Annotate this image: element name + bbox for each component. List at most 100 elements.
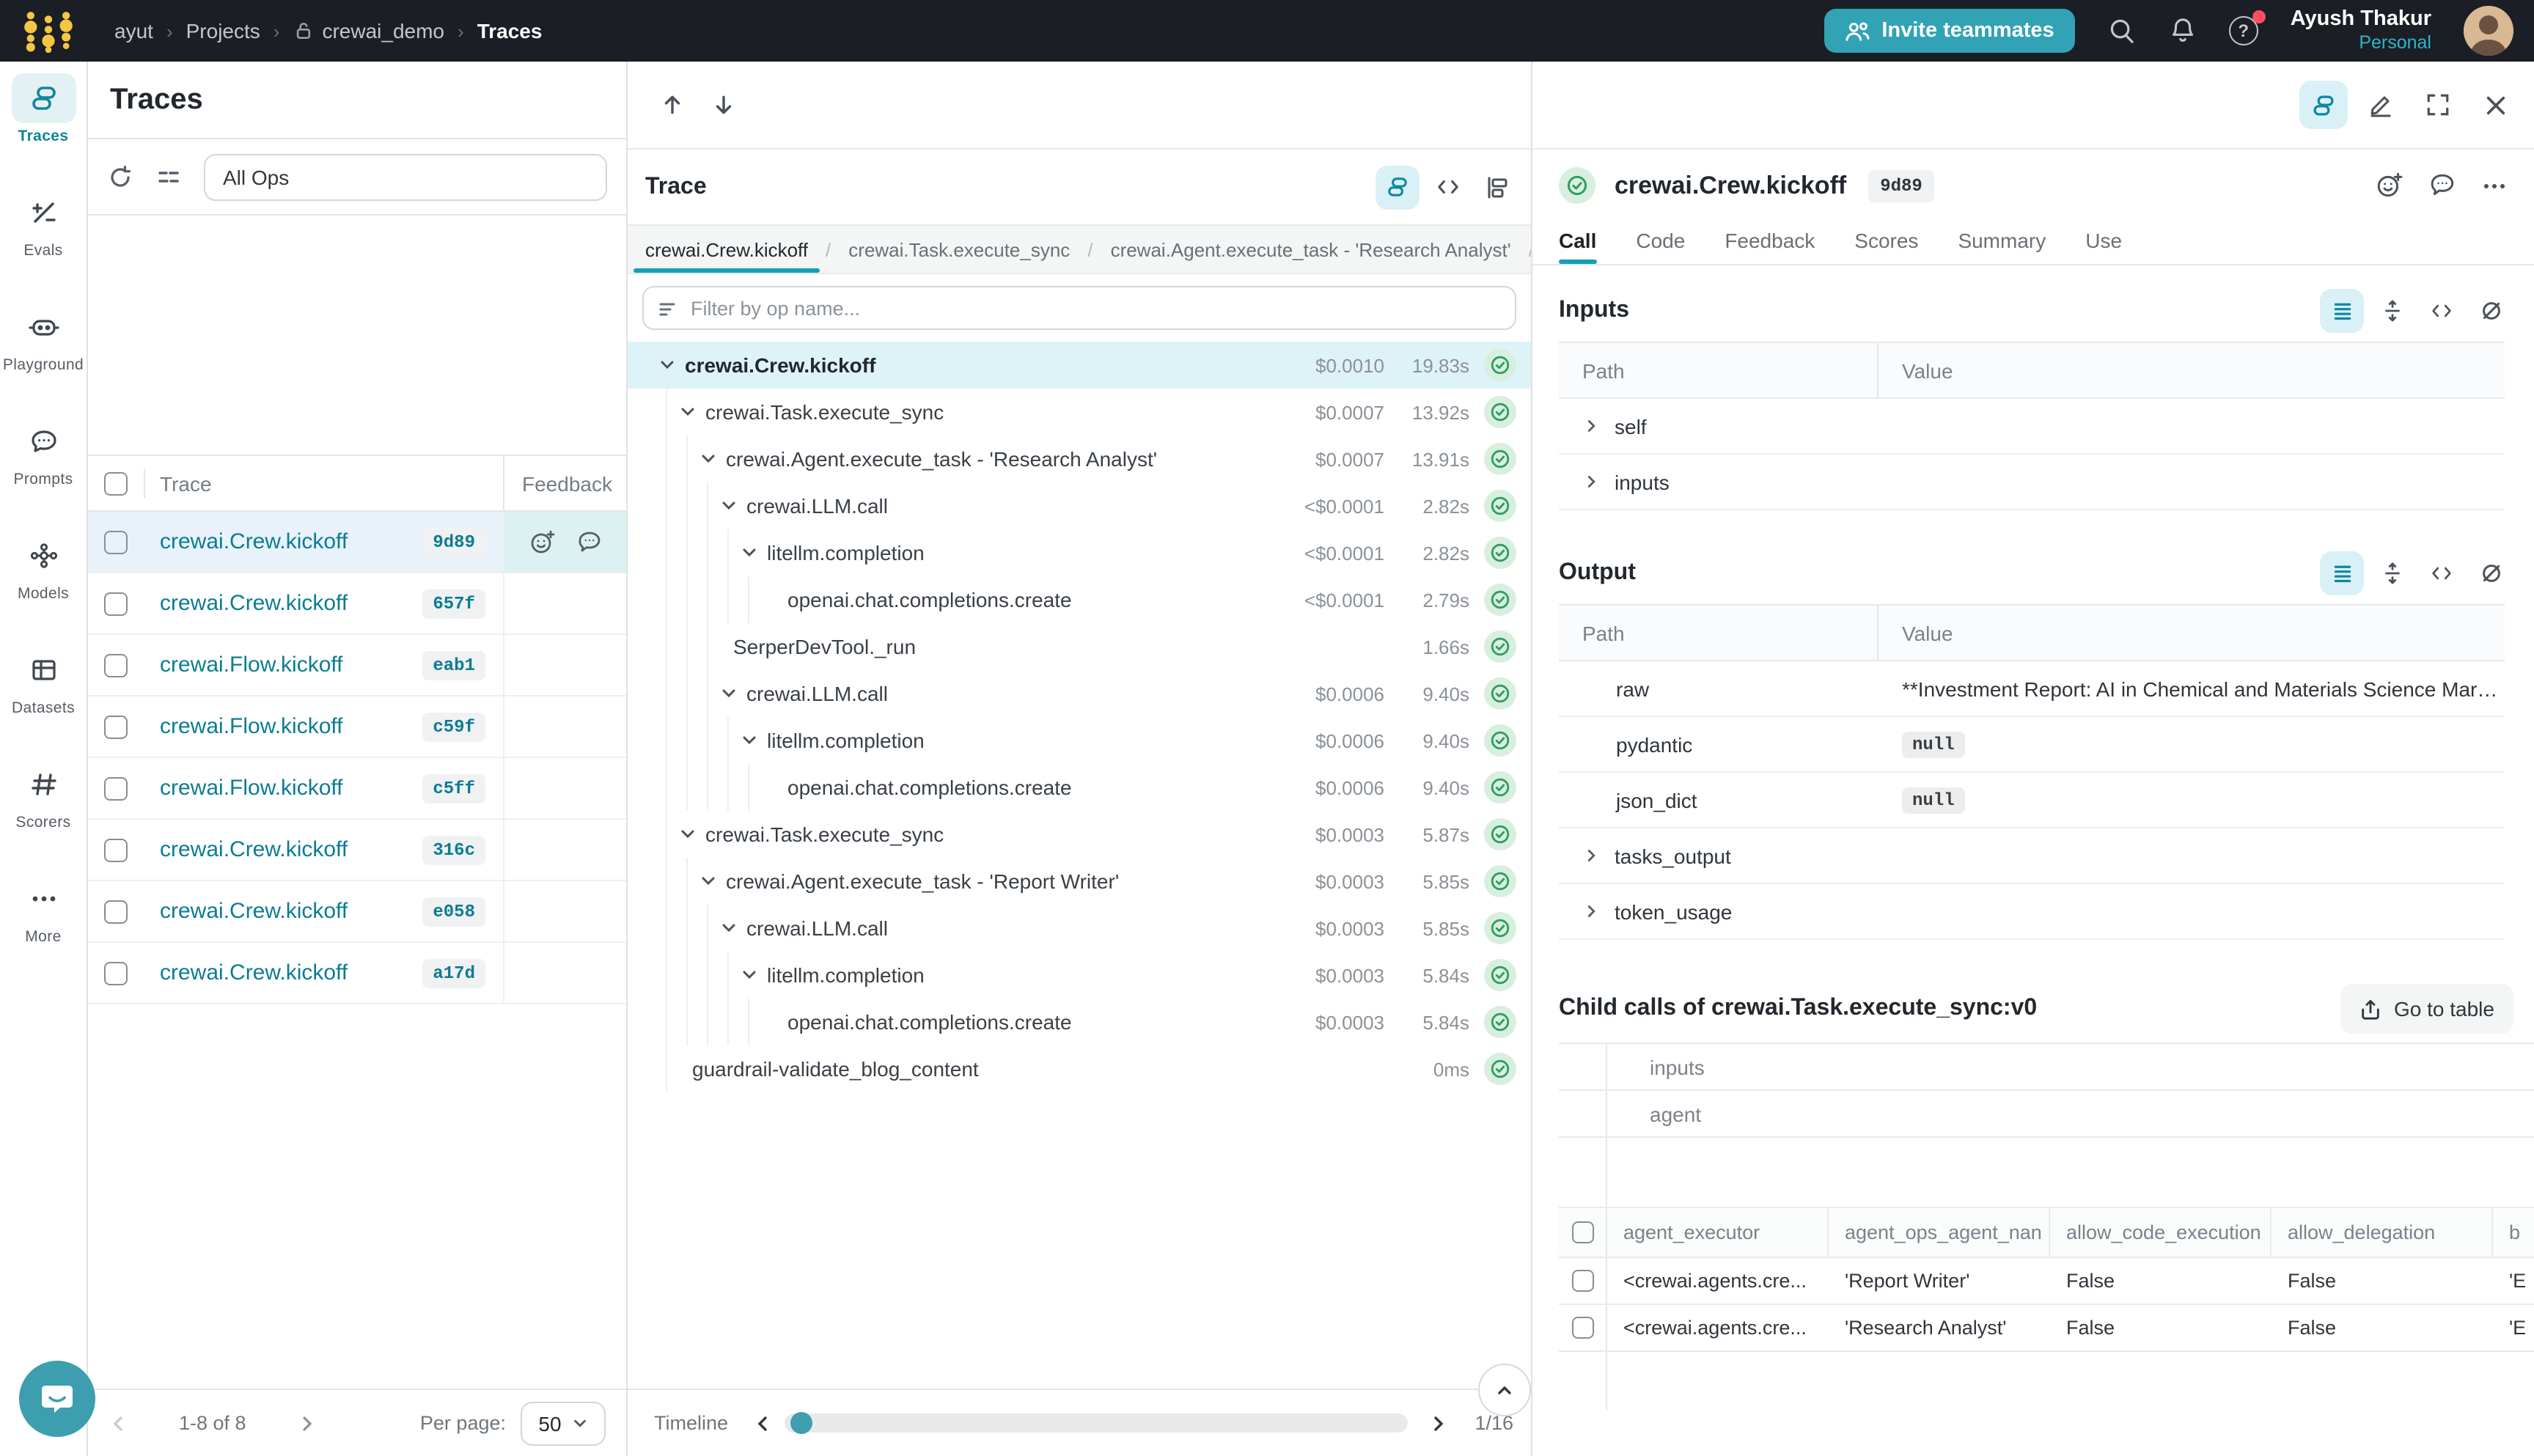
invite-teammates-button[interactable]: Invite teammates — [1824, 9, 2074, 53]
call-tree-row[interactable]: litellm.completion $0.0006 9.40s — [628, 717, 1531, 764]
sidebar-item-models[interactable]: Models — [2, 531, 84, 628]
table-row[interactable]: <crewai.agents.cre... 'Research Analyst'… — [1559, 1305, 2534, 1352]
call-tree-row[interactable]: crewai.Agent.execute_task - 'Research An… — [628, 435, 1531, 482]
column-header[interactable]: allow_delegation — [2272, 1208, 2493, 1257]
add-reaction-icon[interactable] — [529, 529, 555, 555]
next-call-icon[interactable] — [711, 92, 736, 117]
add-reaction-icon[interactable] — [2376, 172, 2403, 199]
call-tree-row[interactable]: crewai.Agent.execute_task - 'Report Writ… — [628, 858, 1531, 905]
tab-summary[interactable]: Summary — [1958, 229, 2046, 264]
table-row[interactable]: crewai.Crew.kickoff a17d — [88, 943, 626, 1004]
page-next-icon[interactable] — [296, 1413, 317, 1433]
table-view-icon[interactable] — [2320, 289, 2364, 333]
code-view-icon[interactable] — [2420, 289, 2464, 333]
call-tree-row[interactable]: crewai.LLM.call <$0.0001 2.82s — [628, 482, 1531, 529]
call-tree-row[interactable]: litellm.completion $0.0003 5.84s — [628, 952, 1531, 999]
column-header[interactable]: agent_executor — [1607, 1208, 1829, 1257]
row-checkbox[interactable] — [104, 776, 128, 800]
output-row-raw[interactable]: raw **Investment Report: AI in Chemical … — [1559, 661, 2505, 717]
sidebar-item-datasets[interactable]: Datasets — [2, 645, 84, 742]
table-view-icon[interactable] — [2320, 551, 2364, 595]
go-to-table-button[interactable]: Go to table — [2340, 984, 2513, 1034]
input-row-self[interactable]: self — [1559, 399, 2505, 455]
call-tree-row[interactable]: SerperDevTool._run 1.66s — [628, 623, 1531, 670]
per-page-select[interactable]: 50 — [521, 1401, 606, 1445]
trace-link[interactable]: crewai.Crew.kickoff — [160, 899, 348, 924]
tab-use[interactable]: Use — [2085, 229, 2122, 264]
ops-filter-dropdown[interactable]: All Ops — [204, 153, 607, 200]
table-row[interactable]: crewai.Flow.kickoff c59f — [88, 696, 626, 758]
input-row-inputs[interactable]: inputs — [1559, 455, 2505, 510]
output-row-token-usage[interactable]: token_usage — [1559, 884, 2505, 940]
trace-crumb-tab[interactable]: crewai.Agent.execute_task - 'Research An… — [1093, 226, 1529, 273]
op-filter-input[interactable] — [642, 286, 1516, 330]
overflow-menu-icon[interactable] — [2481, 172, 2508, 199]
hide-values-icon[interactable] — [2469, 551, 2513, 595]
output-row-json-dict[interactable]: json_dict null — [1559, 773, 2505, 828]
search-icon[interactable] — [2107, 16, 2137, 45]
trace-crumb-tab[interactable]: crewai.Task.execute_sync — [831, 226, 1087, 273]
trace-link[interactable]: crewai.Crew.kickoff — [160, 837, 348, 862]
call-tree-row[interactable]: crewai.LLM.call $0.0006 9.40s — [628, 670, 1531, 717]
edit-icon[interactable] — [2357, 81, 2405, 129]
call-tree-row[interactable]: litellm.completion <$0.0001 2.82s — [628, 529, 1531, 576]
sidebar-item-evals[interactable]: Evals — [2, 188, 84, 284]
call-tree-row[interactable]: crewai.Task.execute_sync $0.0007 13.92s — [628, 389, 1531, 435]
help-icon[interactable]: ? — [2229, 16, 2258, 45]
timeline-previous-icon[interactable] — [752, 1413, 772, 1433]
call-tree-row[interactable]: crewai.LLM.call $0.0003 5.85s — [628, 905, 1531, 952]
call-tree-row[interactable]: crewai.Crew.kickoff $0.0010 19.83s — [628, 342, 1531, 389]
select-all-checkbox[interactable] — [1571, 1221, 1593, 1243]
row-checkbox[interactable] — [104, 838, 128, 861]
sidebar-item-prompts[interactable]: Prompts — [2, 416, 84, 513]
previous-call-icon[interactable] — [660, 92, 685, 117]
table-row[interactable]: crewai.Crew.kickoff e058 — [88, 881, 626, 943]
wandb-logo-icon[interactable] — [21, 9, 76, 53]
call-tree-row[interactable]: openai.chat.completions.create $0.0003 5… — [628, 999, 1531, 1045]
tab-feedback[interactable]: Feedback — [1725, 229, 1815, 264]
row-checkbox[interactable] — [1571, 1317, 1593, 1339]
trace-link[interactable]: crewai.Crew.kickoff — [160, 960, 348, 985]
hide-values-icon[interactable] — [2469, 289, 2513, 333]
table-row[interactable]: crewai.Crew.kickoff 9d89 — [88, 512, 626, 573]
row-checkbox[interactable] — [1571, 1270, 1593, 1292]
trace-column-header[interactable]: Trace — [160, 471, 503, 495]
tab-scores[interactable]: Scores — [1854, 229, 1918, 264]
comment-icon[interactable] — [576, 529, 602, 555]
timeline-slider[interactable] — [784, 1413, 1408, 1433]
avatar[interactable] — [2464, 6, 2513, 56]
row-checkbox[interactable] — [104, 592, 128, 615]
trace-link[interactable]: crewai.Flow.kickoff — [160, 652, 343, 677]
code-view-icon[interactable] — [1425, 165, 1469, 209]
page-previous-icon[interactable] — [109, 1413, 129, 1433]
close-icon[interactable] — [2471, 81, 2519, 129]
flame-graph-icon[interactable] — [1475, 165, 1519, 209]
trace-crumb-tab[interactable]: crewai.Crew.kickoff — [628, 226, 826, 273]
timeline-next-icon[interactable] — [1428, 1413, 1449, 1433]
column-header[interactable]: b — [2493, 1208, 2534, 1257]
select-all-checkbox[interactable] — [104, 471, 128, 495]
trace-link[interactable]: crewai.Crew.kickoff — [160, 591, 348, 616]
call-tree-row[interactable]: openai.chat.completions.create <$0.0001 … — [628, 576, 1531, 623]
breadcrumb-org[interactable]: ayut — [114, 19, 153, 43]
notifications-bell-icon[interactable] — [2169, 16, 2197, 45]
call-id-badge[interactable]: 9d89 — [1868, 169, 1934, 202]
timeline-slider-handle[interactable] — [790, 1412, 812, 1434]
breadcrumb-projects[interactable]: Projects — [186, 19, 260, 43]
breadcrumb-project[interactable]: crewai_demo — [322, 19, 444, 43]
column-header[interactable]: allow_code_execution — [2050, 1208, 2272, 1257]
trace-link[interactable]: crewai.Crew.kickoff — [160, 529, 348, 554]
scroll-top-button[interactable] — [1478, 1364, 1531, 1416]
tree-view-icon[interactable] — [2299, 81, 2348, 129]
tab-code[interactable]: Code — [1636, 229, 1685, 264]
row-checkbox[interactable] — [104, 961, 128, 985]
sidebar-item-playground[interactable]: Playground — [2, 302, 84, 399]
expand-rows-icon[interactable] — [2370, 551, 2414, 595]
call-tree-row[interactable]: guardrail-validate_blog_content 0ms — [628, 1045, 1531, 1092]
row-checkbox[interactable] — [104, 715, 128, 738]
feedback-column-header[interactable]: Feedback — [503, 456, 626, 510]
table-row[interactable]: <crewai.agents.cre... 'Report Writer' Fa… — [1559, 1258, 2534, 1305]
support-chat-button[interactable] — [19, 1361, 95, 1437]
sidebar-item-scorers[interactable]: Scorers — [2, 760, 84, 856]
column-header[interactable]: agent_ops_agent_nan — [1829, 1208, 2050, 1257]
